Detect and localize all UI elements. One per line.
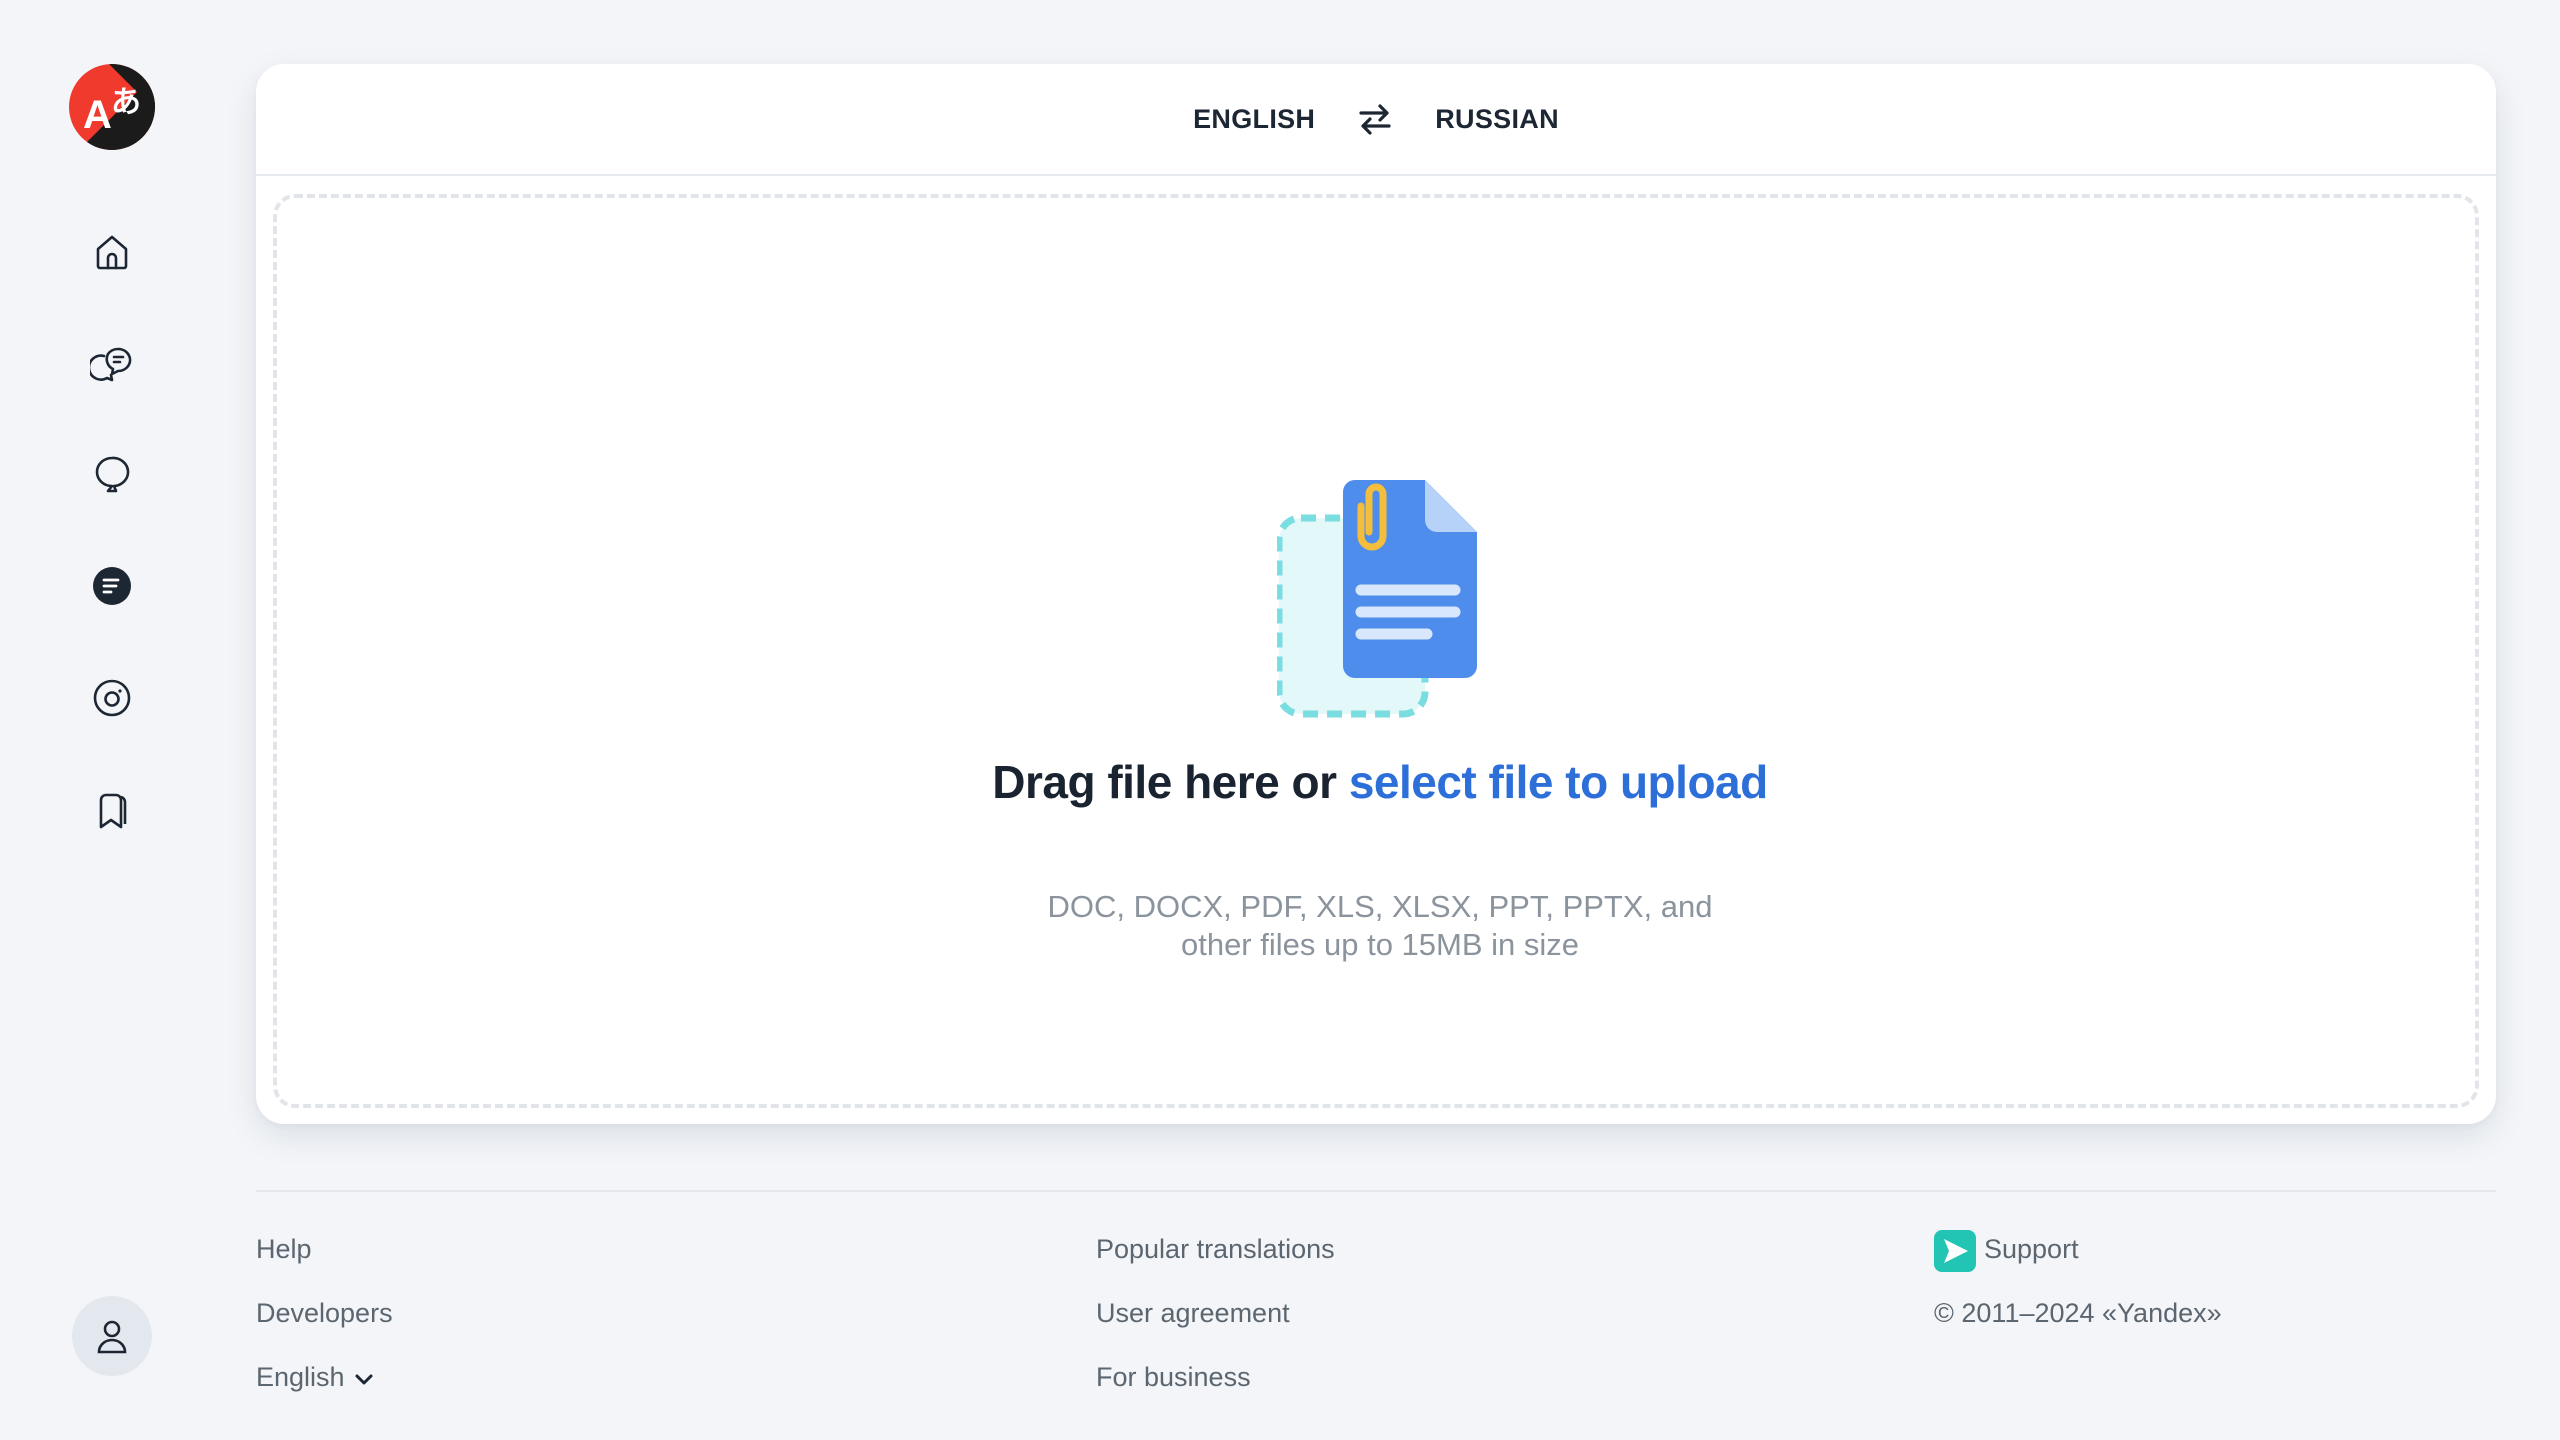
select-file-link-text[interactable]: select file to upload bbox=[1349, 756, 1768, 808]
footer-divider bbox=[256, 1190, 2496, 1192]
dropzone-subtitle: DOC, DOCX, PDF, XLS, XLSX, PPT, PPTX, an… bbox=[277, 888, 2483, 964]
swap-languages-button[interactable] bbox=[1347, 91, 1403, 147]
svg-text:A: A bbox=[83, 93, 112, 137]
sidebar-item-home[interactable] bbox=[82, 222, 142, 282]
sidebar-item-chat[interactable] bbox=[82, 332, 142, 392]
chevron-down-icon bbox=[355, 1374, 373, 1385]
translate-logo-icon[interactable]: A あ bbox=[69, 64, 155, 150]
sidebar-item-documents[interactable] bbox=[82, 556, 142, 616]
source-language-button[interactable]: ENGLISH bbox=[1183, 96, 1325, 143]
footer-support-link[interactable]: Support bbox=[1984, 1234, 2079, 1265]
svg-text:あ: あ bbox=[111, 85, 141, 120]
sidebar-item-speech[interactable] bbox=[82, 444, 142, 504]
language-selector-label: English bbox=[256, 1362, 345, 1392]
home-icon bbox=[96, 235, 128, 270]
file-with-paperclip-icon bbox=[1277, 480, 1477, 718]
sidebar-item-collections[interactable] bbox=[82, 780, 142, 840]
dropzone-title-prefix: Drag file here or bbox=[992, 756, 1349, 808]
target-language-button[interactable]: RUSSIAN bbox=[1425, 96, 1569, 143]
copyright-text: © 2011–2024 «Yandex» bbox=[1934, 1298, 2222, 1328]
dropzone-title: Drag file here or select file to upload bbox=[277, 754, 2483, 810]
camera-icon bbox=[93, 679, 131, 717]
profile-button[interactable] bbox=[72, 1296, 152, 1376]
sidebar-item-images[interactable] bbox=[82, 668, 142, 728]
document-translate-card: ENGLISH RUSSIAN Drag file here or select… bbox=[256, 64, 2496, 1124]
language-selector[interactable]: English bbox=[256, 1362, 375, 1393]
file-dropzone[interactable]: Drag file here or select file to upload … bbox=[273, 194, 2479, 1108]
dropzone-subtitle-line1: DOC, DOCX, PDF, XLS, XLSX, PPT, PPTX, an… bbox=[1047, 889, 1713, 924]
document-icon bbox=[93, 567, 131, 605]
swap-arrows-icon bbox=[1359, 104, 1391, 135]
footer-user-agreement-link[interactable]: User agreement bbox=[1096, 1298, 1290, 1329]
footer-for-business-link[interactable]: For business bbox=[1096, 1362, 1251, 1393]
support-icon[interactable] bbox=[1934, 1230, 1976, 1272]
speech-bubble-icon bbox=[95, 456, 130, 493]
chat-bubbles-icon bbox=[90, 347, 132, 382]
dropzone-subtitle-line2: other files up to 15MB in size bbox=[1180, 927, 1580, 962]
language-bar: ENGLISH RUSSIAN bbox=[256, 64, 2496, 176]
footer-help-link[interactable]: Help bbox=[256, 1234, 312, 1265]
footer-popular-translations-link[interactable]: Popular translations bbox=[1096, 1234, 1335, 1265]
select-file-link[interactable]: select file to upload bbox=[1349, 756, 1768, 808]
footer-developers-link[interactable]: Developers bbox=[256, 1298, 393, 1329]
sidebar: A あ bbox=[0, 0, 224, 1440]
user-icon bbox=[97, 1320, 127, 1354]
bookmarks-icon bbox=[99, 793, 127, 829]
